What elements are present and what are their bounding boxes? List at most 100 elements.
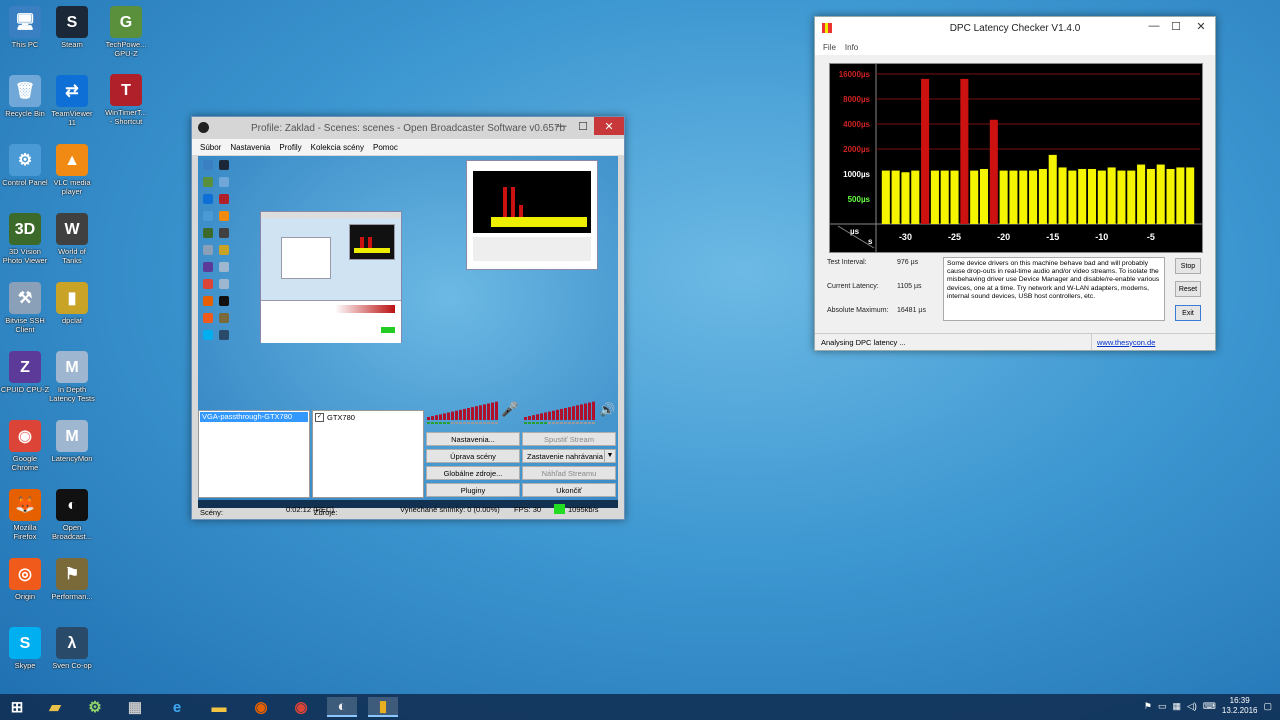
meter-peak-tick xyxy=(584,422,587,424)
preview-desktop-icon xyxy=(219,313,229,323)
desktop-icon-dpclat[interactable]: ▮ dpclat xyxy=(43,282,101,325)
minimize-button[interactable]: — xyxy=(1143,17,1165,35)
y-tick-label: 2000µs xyxy=(843,145,870,154)
minimize-button[interactable]: — xyxy=(550,117,572,135)
desktop-icon-techpowerup[interactable]: G TechPowe... GPU-Z xyxy=(97,6,155,58)
edit-scene-button[interactable]: Úprava scény xyxy=(426,449,520,463)
obs-menu-item[interactable]: Kolekcia scény xyxy=(311,143,364,152)
desktop-icon-teamviewer[interactable]: ⇄ TeamViewer 11 xyxy=(43,75,101,127)
notification-icon[interactable]: ▢ xyxy=(1263,701,1272,711)
thesycon-link[interactable]: www.thesycon.de xyxy=(1097,338,1155,347)
desktop-icon-world-of-tanks[interactable]: W World of Tanks xyxy=(43,213,101,265)
start-stream-button[interactable]: Spustiť Stream xyxy=(522,432,616,446)
obs-menu-item[interactable]: Nastavenia xyxy=(230,143,270,152)
desktop-icon-in-depth-latency[interactable]: M In Depth Latency Tests xyxy=(43,351,101,403)
speaker-icon[interactable]: 🔊 xyxy=(599,402,615,418)
dpclat-icon: ▮ xyxy=(378,698,388,715)
dpc-menu-item[interactable]: File xyxy=(823,43,836,52)
obs-menu-item[interactable]: Súbor xyxy=(200,143,221,152)
dpc-menu-item[interactable]: Info xyxy=(845,43,858,52)
folder-icon: ▬ xyxy=(211,698,227,716)
dpc-titlebar[interactable]: DPC Latency Checker V1.4.0 — ☐ ✕ xyxy=(815,17,1215,39)
flag-icon[interactable]: ⚑ xyxy=(1144,701,1152,711)
obs-titlebar[interactable]: Profile: Zaklad - Scenes: scenes - Open … xyxy=(192,117,624,139)
network-icon[interactable]: ▦ xyxy=(1172,701,1181,711)
taskbar-chrome-button[interactable]: ◉ xyxy=(286,697,316,717)
preview-desktop-icon xyxy=(203,160,213,170)
clock-date: 13.2.2016 xyxy=(1221,706,1258,715)
taskbar-internet-explorer-button[interactable]: e xyxy=(162,697,192,717)
desktop-volume-meter[interactable] xyxy=(522,400,602,426)
source-item[interactable]: ✓ GTX780 xyxy=(313,411,423,424)
obs-menu-item[interactable]: Profily xyxy=(279,143,301,152)
taskbar-grid-app-button[interactable]: ▦ xyxy=(120,697,150,717)
microphone-icon[interactable]: 🎤 xyxy=(501,401,518,418)
meter-peak-tick xyxy=(483,422,486,424)
close-button[interactable]: ✕ xyxy=(594,117,624,135)
maximize-button[interactable]: ☐ xyxy=(1165,17,1187,35)
desktop-icon-performance[interactable]: ⚑ Performan... xyxy=(43,558,101,601)
preview-desktop-icon xyxy=(203,279,213,289)
wintimer-icon: T xyxy=(110,74,142,106)
reset-button[interactable]: Reset xyxy=(1175,281,1201,297)
preview-desktop-icon xyxy=(219,194,229,204)
maximize-button[interactable]: ☐ xyxy=(572,117,594,135)
latency-bar xyxy=(940,170,949,224)
meter-peak-tick xyxy=(572,422,575,424)
preview-desktop-icon xyxy=(219,211,229,221)
y-tick-label: 1000µs xyxy=(843,170,870,179)
this-pc-icon: 🖥 xyxy=(9,6,41,38)
close-button[interactable]: ✕ xyxy=(1187,17,1215,35)
taskbar-obs-button[interactable]: ◐ xyxy=(327,697,357,717)
desktop-icon-steam[interactable]: S Steam xyxy=(43,6,101,49)
meter-bar xyxy=(564,408,567,420)
preview-desktop-icon xyxy=(203,177,213,187)
taskbar-firefox-button[interactable]: ◉ xyxy=(246,697,276,717)
mic-volume-meter[interactable] xyxy=(425,400,505,426)
bitrate-indicator xyxy=(554,504,565,514)
dpc-window[interactable]: DPC Latency Checker V1.4.0 — ☐ ✕ File Inf… xyxy=(814,16,1216,351)
desktop-icon-wintimer[interactable]: T WinTimerT... - Shortcut xyxy=(97,74,155,126)
clock[interactable]: 16:39 13.2.2016 xyxy=(1222,696,1258,716)
global-sources-button[interactable]: Globálne zdroje... xyxy=(426,466,520,480)
settings-button[interactable]: Nastavenia... xyxy=(426,432,520,446)
obs-statusbar: 0:02:12 (REC) Vynechané snímky: 0 (0.00%… xyxy=(198,503,618,515)
latency-bar xyxy=(1156,164,1165,224)
volume-icon[interactable]: ◁) xyxy=(1187,701,1197,711)
source-checkbox[interactable]: ✓ xyxy=(315,413,324,422)
latency-bar xyxy=(1029,170,1038,224)
stop-recording-button[interactable]: Zastavenie nahrávania ▼ xyxy=(522,449,616,463)
desktop-icon-latencymon[interactable]: M LatencyMon xyxy=(43,420,101,463)
sources-list[interactable]: ✓ GTX780 xyxy=(312,410,424,498)
chevron-down-icon[interactable]: ▼ xyxy=(604,450,615,462)
stop-button[interactable]: Stop xyxy=(1175,258,1201,274)
preview-stream-button[interactable]: Náhľad Streamu xyxy=(522,466,616,480)
scene-item[interactable]: VGA-passthrough-GTX780 xyxy=(200,412,308,422)
taskbar-file-explorer-button[interactable]: ▰ xyxy=(40,697,70,717)
latency-bar xyxy=(1078,168,1087,224)
sven-coop-icon: λ xyxy=(56,627,88,659)
obs-window[interactable]: Profile: Zaklad - Scenes: scenes - Open … xyxy=(191,116,625,520)
exit-button[interactable]: Ukončiť xyxy=(522,483,616,497)
taskbar-settings-button[interactable]: ⚙ xyxy=(80,697,110,717)
taskbar-start-button[interactable]: ⊞ xyxy=(2,697,32,717)
meter-peak-tick xyxy=(431,422,434,424)
taskbar-dpclat-button[interactable]: ▮ xyxy=(368,697,398,717)
preview-desktop-icon xyxy=(203,313,213,323)
desktop-icon-vlc[interactable]: ▲ VLC media player xyxy=(43,144,101,196)
exit-button[interactable]: Exit xyxy=(1175,305,1201,321)
keyboard-icon[interactable]: ⌨ xyxy=(1203,701,1216,711)
plugins-button[interactable]: Pluginy xyxy=(426,483,520,497)
latency-bar xyxy=(1176,167,1185,224)
taskbar-folder-button[interactable]: ▬ xyxy=(204,697,234,717)
scenes-list[interactable]: VGA-passthrough-GTX780 xyxy=(198,410,310,498)
desktop-icon-open-broadcaster[interactable]: ◐ Open Broadcast... xyxy=(43,489,101,541)
desktop-icon-sven-coop[interactable]: λ Sven Co-op xyxy=(43,627,101,670)
display-icon[interactable]: ▭ xyxy=(1158,701,1167,711)
grid-app-icon: ▦ xyxy=(127,699,143,716)
meter-peak-tick xyxy=(580,422,583,424)
test-interval-value: 976 µs xyxy=(897,259,919,266)
latency-bar xyxy=(881,170,890,224)
meter-peak-tick xyxy=(447,422,450,424)
obs-menu-item[interactable]: Pomoc xyxy=(373,143,398,152)
